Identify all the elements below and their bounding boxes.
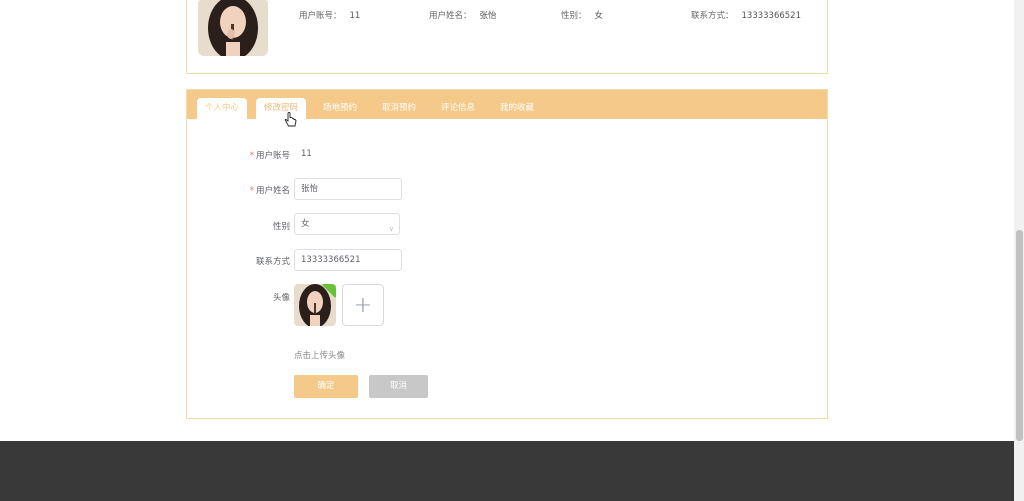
personal-center-panel: 个人中心 修改密码 场地预约 取消预约 评论信息 我的收藏 * 用户账号 11 *…	[186, 89, 828, 419]
profile-gender-label: 性别：	[561, 11, 587, 21]
upload-hint: 点击上传头像	[294, 351, 346, 361]
contact-input[interactable]: 13333366521	[294, 249, 402, 271]
confirm-button[interactable]: 确定	[294, 375, 358, 398]
scrollbar-thumb[interactable]	[1016, 230, 1023, 441]
account-value: 11	[301, 149, 312, 159]
profile-account: 用户账号： 11	[299, 9, 360, 21]
avatar-label: 头像	[272, 293, 290, 303]
profile-avatar	[198, 0, 268, 56]
profile-contact-label: 联系方式：	[691, 11, 734, 21]
tab-personal-center[interactable]: 个人中心	[197, 98, 247, 119]
profile-gender-value: 女	[594, 11, 604, 21]
upload-avatar-button[interactable]: +	[342, 284, 384, 326]
tab-bar: 个人中心 修改密码 场地预约 取消预约 评论信息 我的收藏	[187, 90, 827, 119]
name-label-text: 用户姓名	[255, 186, 290, 196]
tab-cancel-booking[interactable]: 取消预约	[374, 98, 424, 119]
plus-icon: +	[353, 292, 373, 318]
profile-card: 用户账号： 11 用户姓名： 张怡 性别： 女 联系方式： 13333366521	[186, 0, 828, 74]
profile-contact: 联系方式： 13333366521	[691, 9, 801, 21]
avatar-preview[interactable]	[294, 284, 336, 326]
tab-venue-booking[interactable]: 场地预约	[315, 98, 365, 119]
contact-label: 联系方式	[255, 257, 290, 267]
profile-name-label: 用户姓名：	[429, 11, 472, 21]
gender-select[interactable]: 女 ∨	[294, 213, 400, 235]
name-input[interactable]: 张怡	[294, 178, 402, 200]
chevron-down-icon: ∨	[388, 225, 394, 233]
hand-cursor-icon	[284, 111, 298, 128]
name-label: * 用户姓名	[249, 186, 290, 196]
tab-comments[interactable]: 评论信息	[433, 98, 483, 119]
footer	[0, 441, 1014, 501]
profile-contact-value: 13333366521	[741, 11, 802, 21]
profile-account-value: 11	[349, 11, 361, 21]
profile-gender: 性别： 女	[561, 9, 603, 21]
tab-my-favorites[interactable]: 我的收藏	[492, 98, 542, 119]
gender-label: 性别	[272, 222, 290, 232]
tab-change-password[interactable]: 修改密码	[256, 98, 306, 119]
profile-name-value: 张怡	[479, 11, 497, 21]
profile-account-label: 用户账号：	[299, 11, 342, 21]
profile-name: 用户姓名： 张怡	[429, 9, 497, 21]
account-label: * 用户账号	[249, 151, 290, 161]
cancel-button[interactable]: 取消	[369, 375, 428, 398]
gender-select-value: 女	[301, 219, 310, 229]
account-label-text: 用户账号	[255, 151, 290, 161]
